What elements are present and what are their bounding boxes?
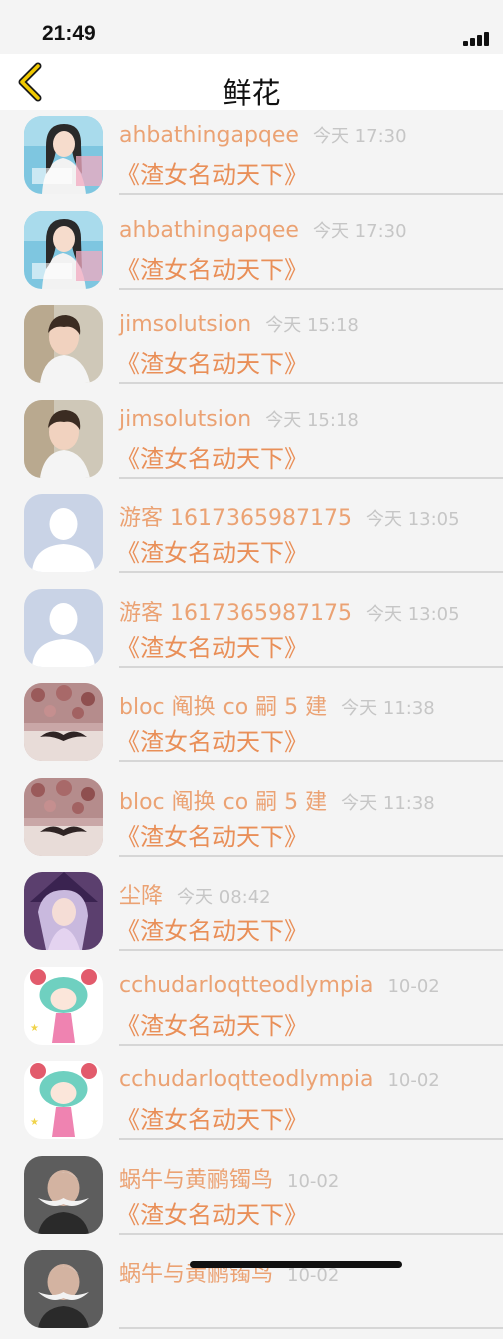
list-item[interactable]: jimsolutsion 今天 15:18 《渣女名动天下》 [0, 394, 503, 489]
user-name-text: 蜗牛与黄鹂镯鸟 [119, 1167, 274, 1193]
avatar[interactable] [24, 683, 103, 761]
gift-book-title[interactable]: 《渣女名动天下》 [116, 628, 308, 663]
list-item[interactable]: 蜗牛与黄鹂镯鸟 10-02 [0, 1244, 503, 1339]
gift-book-title[interactable]: 《渣女名动天下》 [116, 1006, 308, 1041]
gift-book-title[interactable]: 《渣女名动天下》 [116, 1195, 308, 1230]
divider [119, 854, 503, 857]
avatar[interactable] [24, 777, 103, 856]
user-name-text: jimsolutsion [119, 406, 252, 432]
divider [119, 1232, 503, 1235]
user-name: 蜗牛与黄鹂镯鸟 10-02 [119, 1162, 339, 1194]
list-item[interactable]: bloc 阄换 co 嗣 5 建今天 11:38 《渣女名动天下》 [0, 677, 503, 772]
timestamp: 今天 13:05 [365, 603, 460, 625]
divider [119, 382, 503, 384]
user-name-text: 尘降 [119, 884, 164, 909]
user-name-text: 游客 1617365987175 [119, 506, 352, 531]
svg-text:★: ★ [30, 1117, 39, 1128]
status-bar: 21:49 [0, 0, 503, 54]
timestamp: 今天 15:18 [265, 315, 359, 336]
list-item[interactable]: 游客 1617365987175 今天 13:05 《渣女名动天下》 [0, 583, 503, 678]
divider [119, 760, 503, 762]
gift-book-title[interactable]: 《渣女名动天下》 [116, 155, 308, 190]
list-item[interactable]: jimsolutsion 今天 15:18 《渣女名动天下》 [0, 299, 503, 394]
timestamp: 今天 17:30 [312, 220, 407, 242]
nav-bar: 鲜花 [0, 54, 503, 110]
user-name: ahbathingapqee 今天 17:30 [119, 122, 407, 148]
list-item[interactable]: ahbathingapqee 今天 17:30 《渣女名动天下》 [0, 205, 503, 300]
avatar[interactable] [24, 494, 103, 572]
user-name-text: ahbathingapqee [119, 217, 299, 243]
avatar[interactable] [24, 210, 103, 289]
gift-record-list: ahbathingapqee 今天 17:30 《渣女名动天下》 ahbathinga… [0, 110, 503, 1339]
avatar[interactable] [24, 1250, 103, 1328]
status-time: 21:49 [42, 22, 96, 45]
timestamp: 今天 17:30 [312, 126, 407, 147]
user-name-text: ahbathingapqee [119, 123, 299, 148]
avatar[interactable] [24, 116, 103, 194]
user-name: 游客 1617365987175 今天 13:05 [119, 595, 460, 627]
gift-book-title[interactable]: 《渣女名动天下》 [116, 1100, 308, 1135]
user-name-text: bloc 阄换 co 嗣 5 建 [119, 695, 328, 720]
gift-book-title[interactable]: 《渣女名动天下》 [116, 722, 308, 757]
gift-book-title[interactable]: 《渣女名动天下》 [116, 911, 308, 946]
user-name: ahbathingapqee 今天 17:30 [119, 217, 407, 243]
user-name-text: jimsolutsion [119, 312, 252, 337]
avatar[interactable]: ★ [24, 1061, 103, 1139]
timestamp: 今天 08:42 [177, 887, 271, 908]
list-item[interactable]: bloc 阄换 co 嗣 5 建今天 11:38 《渣女名动天下》 [0, 772, 503, 867]
gift-book-title[interactable]: 《渣女名动天下》 [116, 533, 308, 568]
divider [119, 193, 503, 195]
gift-book-title[interactable]: 《渣女名动天下》 [116, 250, 308, 285]
gift-book-title[interactable]: 《渣女名动天下》 [116, 817, 308, 852]
divider [119, 1327, 503, 1329]
divider [119, 571, 503, 573]
list-item[interactable]: 蜗牛与黄鹂镯鸟 10-02 《渣女名动天下》 [0, 1150, 503, 1245]
svg-text:★: ★ [30, 1023, 39, 1034]
user-name: 游客 1617365987175 今天 13:05 [119, 500, 460, 532]
user-name: bloc 阄换 co 嗣 5 建今天 11:38 [119, 784, 435, 816]
user-name: jimsolutsion 今天 15:18 [119, 406, 359, 432]
user-name: 尘降 今天 08:42 [119, 878, 271, 910]
timestamp: 今天 13:05 [365, 509, 460, 530]
user-name-text: cchudarloqtteodlympia [119, 1067, 374, 1092]
divider [119, 1043, 503, 1046]
list-item[interactable]: ★ cchudarloqtteodlympia 10-02 《渣女名动天下》 [0, 961, 503, 1056]
list-item[interactable]: 尘降 今天 08:42 《渣女名动天下》 [0, 866, 503, 961]
timestamp: 今天 11:38 [341, 792, 435, 814]
gift-book-title[interactable]: 《渣女名动天下》 [116, 439, 308, 474]
timestamp: 10-02 [387, 975, 440, 997]
avatar[interactable] [24, 305, 103, 383]
gift-book-title[interactable]: 《渣女名动天下》 [116, 344, 308, 379]
divider [119, 287, 503, 290]
user-name: bloc 阄换 co 嗣 5 建今天 11:38 [119, 689, 435, 721]
divider [119, 476, 503, 479]
timestamp: 10-02 [287, 1265, 340, 1286]
user-name: jimsolutsion 今天 15:18 [119, 311, 359, 337]
avatar[interactable] [24, 399, 103, 478]
list-item[interactable]: 游客 1617365987175 今天 13:05 《渣女名动天下》 [0, 488, 503, 583]
divider [119, 665, 503, 668]
divider [119, 1138, 503, 1140]
user-name: cchudarloqtteodlympia 10-02 [119, 1067, 440, 1092]
avatar[interactable]: ★ [24, 966, 103, 1045]
avatar[interactable] [24, 872, 103, 950]
page-title: 鲜花 [222, 76, 281, 110]
avatar[interactable] [24, 588, 103, 667]
home-indicator[interactable] [190, 1261, 402, 1268]
signal-icon [463, 30, 495, 46]
user-name-text: bloc 阄换 co 嗣 5 建 [119, 789, 328, 815]
user-name: cchudarloqtteodlympia 10-02 [119, 973, 440, 998]
timestamp: 10-02 [387, 1070, 440, 1091]
timestamp: 今天 15:18 [265, 409, 359, 431]
timestamp: 10-02 [287, 1170, 340, 1192]
list-item[interactable]: ★ cchudarloqtteodlympia 10-02 《渣女名动天下》 [0, 1055, 503, 1150]
avatar[interactable] [24, 1155, 103, 1234]
list-item[interactable]: ahbathingapqee 今天 17:30 《渣女名动天下》 [0, 110, 503, 205]
timestamp: 今天 11:38 [341, 698, 435, 719]
user-name-text: cchudarloqtteodlympia [119, 972, 374, 998]
user-name-text: 游客 1617365987175 [119, 600, 352, 626]
divider [119, 949, 503, 951]
